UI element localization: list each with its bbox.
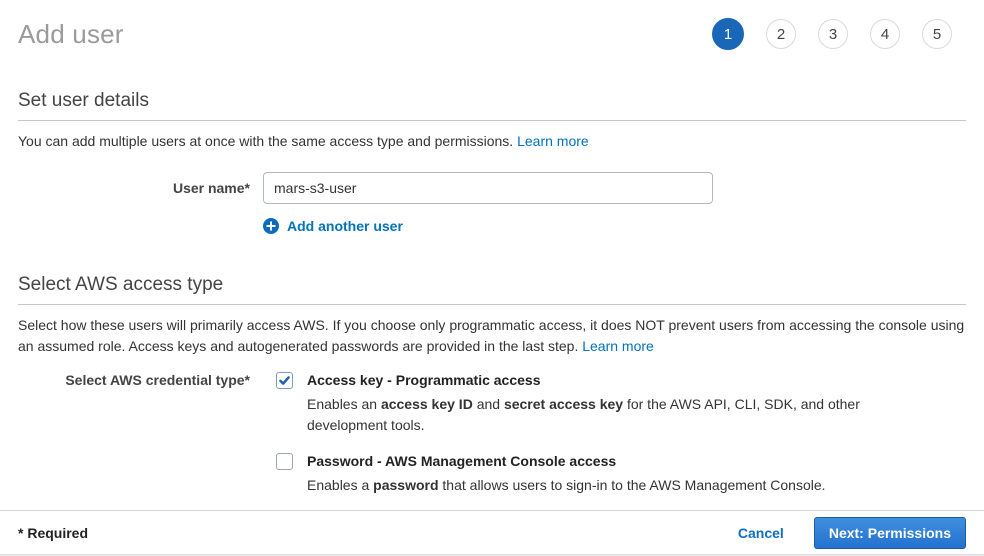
username-label: User name* <box>18 172 250 204</box>
step-3[interactable]: 3 <box>818 19 848 49</box>
add-another-user-label: Add another user <box>287 218 403 234</box>
section-heading-user-details: Set user details <box>18 90 966 121</box>
desc-text: that allows users to sign-in to the AWS … <box>439 477 826 493</box>
username-input[interactable] <box>263 172 713 204</box>
wizard-footer: * Required Cancel Next: Permissions <box>0 510 984 556</box>
section-heading-access-type: Select AWS access type <box>18 274 966 305</box>
desc-bold: password <box>373 477 438 493</box>
step-2[interactable]: 2 <box>766 19 796 49</box>
user-details-intro: You can add multiple users at once with … <box>18 131 966 152</box>
step-indicator: 1 2 3 4 5 <box>712 18 966 50</box>
add-user-wizard-page: Add user 1 2 3 4 5 Set user details You … <box>0 0 984 556</box>
access-key-checkbox[interactable] <box>276 372 293 389</box>
desc-bold: access key ID <box>381 396 473 412</box>
learn-more-link-access-type[interactable]: Learn more <box>582 338 654 354</box>
desc-text: Enables an <box>307 396 381 412</box>
page-title: Add user <box>18 19 124 50</box>
credential-type-label: Select AWS credential type* <box>18 371 250 496</box>
checkmark-icon <box>278 374 291 387</box>
password-option-text: Password - AWS Management Console access… <box>307 452 826 496</box>
step-1[interactable]: 1 <box>712 18 744 50</box>
password-option-desc: Enables a password that allows users to … <box>307 475 826 496</box>
user-details-intro-text: You can add multiple users at once with … <box>18 133 517 149</box>
credential-options: Access key - Programmatic access Enables… <box>276 371 867 496</box>
learn-more-link-user-details[interactable]: Learn more <box>517 133 589 149</box>
cancel-button[interactable]: Cancel <box>738 525 784 541</box>
step-5[interactable]: 5 <box>922 19 952 49</box>
required-note: * Required <box>18 525 88 541</box>
step-4[interactable]: 4 <box>870 19 900 49</box>
footer-actions: Cancel Next: Permissions <box>738 517 966 549</box>
wizard-header: Add user 1 2 3 4 5 <box>18 0 966 50</box>
desc-text: and <box>473 396 504 412</box>
desc-text: Enables a <box>307 477 373 493</box>
next-permissions-button[interactable]: Next: Permissions <box>814 517 966 549</box>
desc-bold: secret access key <box>504 396 623 412</box>
access-key-option-desc: Enables an access key ID and secret acce… <box>307 394 867 436</box>
option-access-key: Access key - Programmatic access Enables… <box>276 371 867 436</box>
access-key-option-text: Access key - Programmatic access Enables… <box>307 371 867 436</box>
password-checkbox[interactable] <box>276 453 293 470</box>
credential-type-row: Select AWS credential type* Access key -… <box>18 371 966 496</box>
username-form-row: User name* <box>18 172 966 204</box>
add-another-user-button[interactable]: Add another user <box>263 218 403 234</box>
password-option-title: Password - AWS Management Console access <box>307 452 826 471</box>
option-password: Password - AWS Management Console access… <box>276 452 867 496</box>
access-type-intro-text: Select how these users will primarily ac… <box>18 317 964 354</box>
access-key-option-title: Access key - Programmatic access <box>307 371 867 390</box>
access-type-intro: Select how these users will primarily ac… <box>18 315 966 357</box>
plus-circle-icon <box>263 218 279 234</box>
